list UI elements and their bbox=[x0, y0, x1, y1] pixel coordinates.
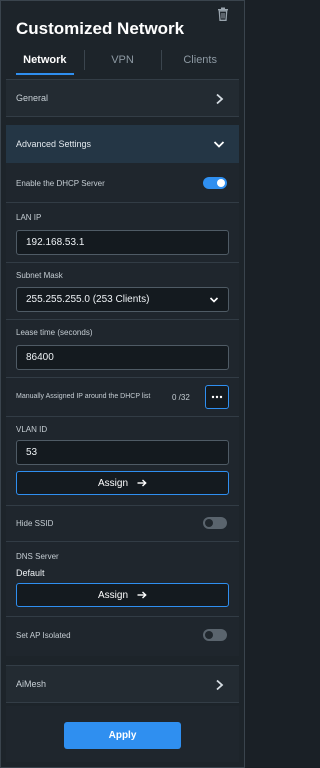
manual-ip-count: 0 /32 bbox=[172, 393, 190, 402]
tab-network[interactable]: Network bbox=[6, 48, 84, 75]
vlan-id-input[interactable]: 53 bbox=[16, 440, 229, 465]
divider bbox=[6, 416, 239, 417]
dhcp-toggle[interactable] bbox=[203, 177, 227, 189]
dns-server-value: Default bbox=[16, 568, 45, 578]
chevron-right-icon bbox=[216, 679, 224, 691]
divider bbox=[6, 262, 239, 263]
tab-vpn[interactable]: VPN bbox=[83, 48, 162, 75]
toggle-knob bbox=[205, 519, 213, 527]
lan-ip-input[interactable]: 192.168.53.1 bbox=[16, 230, 229, 255]
page-title: Customized Network bbox=[16, 19, 185, 38]
chevron-down-icon bbox=[209, 297, 219, 303]
subnet-mask-value: 255.255.255.0 (253 Clients) bbox=[26, 294, 150, 305]
trash-icon[interactable] bbox=[217, 7, 229, 21]
divider bbox=[6, 541, 239, 542]
manual-ip-label: Manually Assigned IP around the DHCP lis… bbox=[16, 393, 151, 400]
lan-ip-label: LAN IP bbox=[16, 213, 42, 222]
chevron-right-icon bbox=[216, 93, 224, 105]
dhcp-label: Enable the DHCP Server bbox=[16, 179, 105, 188]
toggle-knob bbox=[205, 631, 213, 639]
tab-bar: Network VPN Clients bbox=[6, 48, 239, 75]
vlan-id-label: VLAN ID bbox=[16, 425, 48, 434]
arrow-right-icon bbox=[137, 479, 147, 487]
subnet-mask-select[interactable]: 255.255.255.0 (253 Clients) bbox=[16, 287, 229, 312]
divider bbox=[6, 319, 239, 320]
vlan-assign-button[interactable]: Assign bbox=[16, 471, 229, 495]
ap-isolated-label: Set AP Isolated bbox=[16, 631, 71, 640]
dns-server-label: DNS Server bbox=[16, 552, 59, 561]
general-section-label: General bbox=[16, 93, 49, 103]
arrow-right-icon bbox=[137, 591, 147, 599]
divider bbox=[6, 377, 239, 378]
ap-isolated-toggle[interactable] bbox=[203, 629, 227, 641]
advanced-settings-label: Advanced Settings bbox=[16, 139, 92, 149]
hide-ssid-label: Hide SSID bbox=[16, 519, 54, 528]
ellipsis-icon bbox=[211, 395, 223, 399]
manual-ip-more-button[interactable] bbox=[205, 385, 229, 409]
subnet-mask-label: Subnet Mask bbox=[16, 271, 63, 280]
divider bbox=[6, 616, 239, 617]
tab-clients[interactable]: Clients bbox=[161, 48, 239, 75]
dns-assign-label: Assign bbox=[97, 589, 128, 601]
vlan-assign-label: Assign bbox=[97, 477, 128, 489]
general-section-header[interactable]: General bbox=[6, 79, 239, 117]
toggle-knob bbox=[217, 179, 225, 187]
dns-assign-button[interactable]: Assign bbox=[16, 583, 229, 607]
advanced-settings-header[interactable]: Advanced Settings bbox=[6, 125, 239, 163]
divider bbox=[6, 202, 239, 203]
aimesh-section-header[interactable]: AiMesh bbox=[6, 665, 239, 703]
lease-time-input[interactable]: 86400 bbox=[16, 345, 229, 370]
aimesh-section-label: AiMesh bbox=[16, 679, 47, 689]
divider bbox=[6, 505, 239, 506]
hide-ssid-toggle[interactable] bbox=[203, 517, 227, 529]
lease-time-label: Lease time (seconds) bbox=[16, 328, 93, 337]
apply-button[interactable]: Apply bbox=[64, 722, 181, 749]
chevron-down-icon bbox=[213, 141, 225, 148]
